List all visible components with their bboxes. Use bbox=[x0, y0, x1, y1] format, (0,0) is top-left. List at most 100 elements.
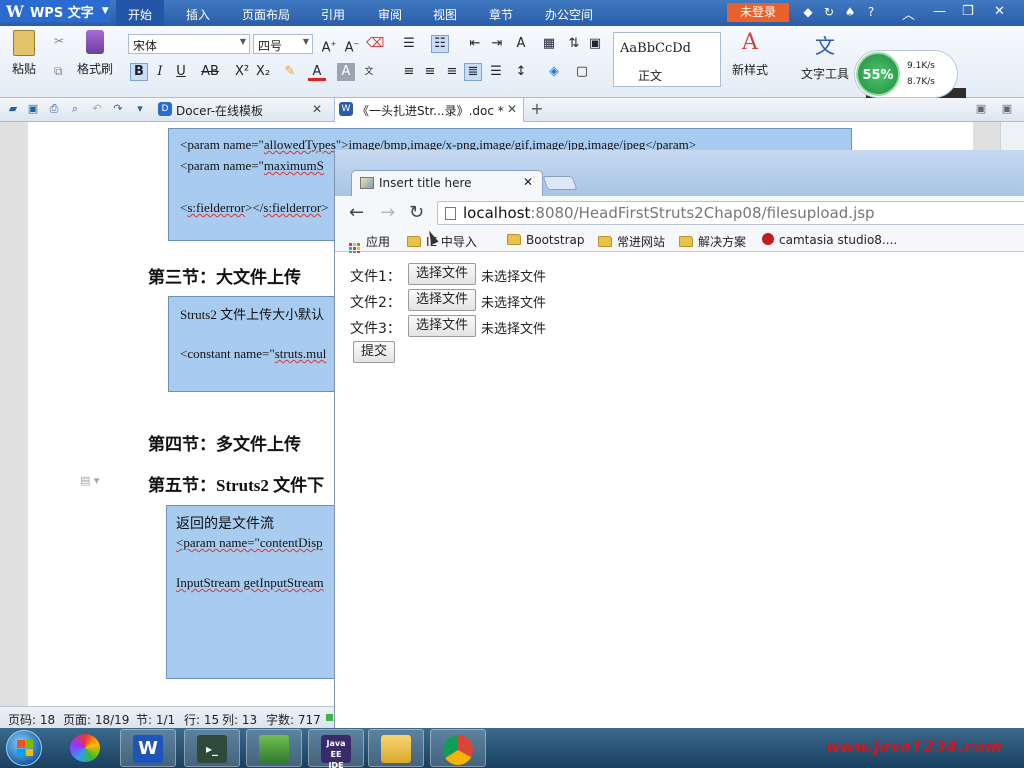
align-center-icon[interactable]: ≡ bbox=[421, 63, 439, 81]
tab-close-all-icon[interactable]: ▣ bbox=[1000, 102, 1014, 116]
close-icon[interactable]: ✕ bbox=[994, 4, 1005, 19]
new-style-button[interactable]: A 新样式 bbox=[726, 30, 774, 78]
undo-icon[interactable]: ↶ bbox=[90, 102, 104, 116]
taskbar-app-recorder[interactable] bbox=[246, 729, 302, 767]
menu-view[interactable]: 视图 bbox=[433, 6, 457, 23]
collapse-ribbon-icon[interactable]: ︿ bbox=[902, 4, 915, 23]
taskbar-app-wps[interactable]: W bbox=[120, 729, 176, 767]
paragraph-handle-icon[interactable]: ▤ ▾ bbox=[80, 474, 99, 487]
numbering-icon[interactable]: ☷ bbox=[431, 35, 449, 53]
taskbar-app-chrome[interactable] bbox=[430, 729, 486, 767]
font-size-select[interactable]: 四号 ▼ bbox=[253, 34, 313, 54]
address-bar[interactable]: localhost:8080/HeadFirstStruts2Chap08/fi… bbox=[437, 201, 1024, 225]
align-right-icon[interactable]: ≡ bbox=[443, 63, 461, 81]
phonetic-guide-icon[interactable]: 文 bbox=[360, 63, 378, 81]
tab-docer[interactable]: D Docer-在线模板 ✕ bbox=[154, 98, 330, 122]
minimize-icon[interactable]: — bbox=[933, 4, 946, 19]
redo-icon[interactable]: ↷ bbox=[111, 102, 125, 116]
taskbar-app-picasa[interactable] bbox=[58, 729, 114, 767]
network-speed-widget[interactable]: 55% 9.1K/s 8.7K/s bbox=[854, 50, 958, 98]
save-icon[interactable]: ▣ bbox=[26, 102, 40, 116]
fill-color-icon[interactable]: ◈ bbox=[545, 63, 563, 81]
print-icon[interactable]: ⎙ bbox=[47, 102, 61, 116]
increase-indent-icon[interactable]: ⇥ bbox=[488, 35, 506, 53]
clear-format-icon[interactable]: ⌫ bbox=[366, 35, 384, 53]
help-icon[interactable]: ? bbox=[864, 5, 878, 19]
underline-icon[interactable]: U bbox=[172, 63, 190, 81]
text-tools-button[interactable]: 文 文字工具 bbox=[796, 30, 854, 82]
decrease-indent-icon[interactable]: ⇤ bbox=[466, 35, 484, 53]
menu-review[interactable]: 审阅 bbox=[378, 6, 402, 23]
shirt-icon[interactable]: ♠ bbox=[843, 5, 857, 19]
close-tab-icon[interactable]: ✕ bbox=[523, 175, 533, 189]
print-preview-icon[interactable]: ⌕ bbox=[68, 102, 82, 116]
tab-document[interactable]: W 《一头扎进Str...录》.doc * ✕ bbox=[334, 98, 524, 122]
sync-icon[interactable]: ↻ bbox=[822, 5, 836, 19]
bookmark-camtasia[interactable]: camtasia studio8.... bbox=[762, 233, 897, 247]
forward-arrow-icon[interactable]: → bbox=[380, 202, 395, 223]
browser-tab[interactable]: Insert title here ✕ bbox=[351, 170, 543, 196]
skin-icon[interactable]: ◆ bbox=[801, 5, 815, 19]
italic-icon[interactable]: I bbox=[151, 63, 169, 81]
new-tab-button[interactable] bbox=[542, 176, 578, 190]
menu-home[interactable]: 开始 bbox=[116, 0, 165, 26]
tab-list-icon[interactable]: ▣ bbox=[974, 102, 988, 116]
quick-access-dropdown-icon[interactable]: ▾ bbox=[133, 102, 147, 116]
menu-references[interactable]: 引用 bbox=[321, 6, 345, 23]
reload-icon[interactable]: ↻ bbox=[409, 202, 424, 223]
spellcheck-indicator-icon[interactable] bbox=[326, 714, 333, 721]
font-color-icon[interactable]: A bbox=[308, 63, 326, 81]
status-words[interactable]: 字数: 717 bbox=[266, 711, 321, 728]
grow-font-icon[interactable]: A+ bbox=[320, 35, 338, 55]
char-shading-icon[interactable]: A bbox=[337, 63, 355, 81]
taskbar-app-explorer[interactable] bbox=[368, 729, 424, 767]
choose-file-button[interactable]: 选择文件 bbox=[408, 263, 476, 285]
cut-icon[interactable]: ✂ bbox=[54, 34, 64, 48]
bookmark-frequent-sites[interactable]: 常进网站 bbox=[598, 233, 665, 250]
bookmark-ie-import[interactable]: IE 中导入 bbox=[407, 233, 477, 250]
choose-file-button[interactable]: 选择文件 bbox=[408, 289, 476, 311]
choose-file-button[interactable]: 选择文件 bbox=[408, 315, 476, 337]
font-name-select[interactable]: 宋体 ▼ bbox=[128, 34, 250, 54]
strikethrough-icon[interactable]: AB bbox=[198, 63, 222, 81]
subscript-icon[interactable]: X₂ bbox=[254, 63, 272, 81]
start-button[interactable] bbox=[6, 730, 42, 766]
shrink-font-icon[interactable]: A− bbox=[343, 35, 361, 55]
bold-icon[interactable]: B bbox=[130, 63, 148, 81]
restore-icon[interactable]: ❐ bbox=[962, 4, 974, 19]
login-button[interactable]: 未登录 bbox=[727, 3, 789, 22]
justify-icon[interactable]: ≣ bbox=[464, 63, 482, 81]
taskbar-app-terminal[interactable]: ▸_ bbox=[184, 729, 240, 767]
close-tab-icon[interactable]: ✕ bbox=[312, 102, 322, 116]
show-marks-icon[interactable]: ▣ bbox=[586, 35, 604, 53]
bookmark-solutions[interactable]: 解决方案 bbox=[679, 233, 746, 250]
borders-icon[interactable]: ▦ bbox=[540, 35, 558, 53]
bookmark-apps[interactable]: 应用 bbox=[349, 233, 390, 254]
paste-button[interactable]: 粘贴 bbox=[6, 30, 42, 77]
menu-office-space[interactable]: 办公空间 bbox=[545, 6, 593, 23]
sort-icon[interactable]: ⇅ bbox=[565, 35, 583, 53]
close-tab-icon[interactable]: ✕ bbox=[507, 102, 517, 116]
line-spacing-icon[interactable]: ↕ bbox=[512, 63, 530, 81]
align-left-icon[interactable]: ≡ bbox=[400, 63, 418, 81]
distribute-icon[interactable]: ☰ bbox=[487, 63, 505, 81]
new-tab-icon[interactable]: + bbox=[530, 101, 544, 117]
superscript-icon[interactable]: X² bbox=[233, 63, 251, 81]
menu-insert[interactable]: 插入 bbox=[186, 6, 210, 23]
back-arrow-icon[interactable]: ← bbox=[349, 202, 364, 223]
bullets-icon[interactable]: ☰ bbox=[400, 35, 418, 53]
menu-chapter[interactable]: 章节 bbox=[489, 6, 513, 23]
submit-button[interactable]: 提交 bbox=[353, 341, 395, 363]
bookmark-bootstrap[interactable]: Bootstrap bbox=[507, 233, 584, 247]
wps-app-menu[interactable]: W WPS 文字 ▼ bbox=[0, 0, 110, 22]
taskbar-app-eclipse[interactable]: Java EE IDE bbox=[308, 729, 364, 768]
format-painter-button[interactable]: 格式刷 bbox=[75, 30, 115, 77]
chinese-layout-icon[interactable]: A bbox=[512, 35, 530, 53]
style-gallery[interactable]: AaBbCcDd 正文 bbox=[613, 32, 721, 87]
page-content: 文件1： 选择文件 未选择文件 文件2： 选择文件 未选择文件 文件3： 选择文… bbox=[335, 253, 1024, 728]
copy-icon[interactable]: ⧉ bbox=[54, 64, 63, 79]
paragraph-border-icon[interactable]: ▢ bbox=[573, 63, 591, 81]
menu-page-layout[interactable]: 页面布局 bbox=[242, 6, 290, 23]
highlight-icon[interactable]: ✎ bbox=[281, 63, 299, 81]
open-folder-icon[interactable]: ▰ bbox=[6, 102, 20, 116]
